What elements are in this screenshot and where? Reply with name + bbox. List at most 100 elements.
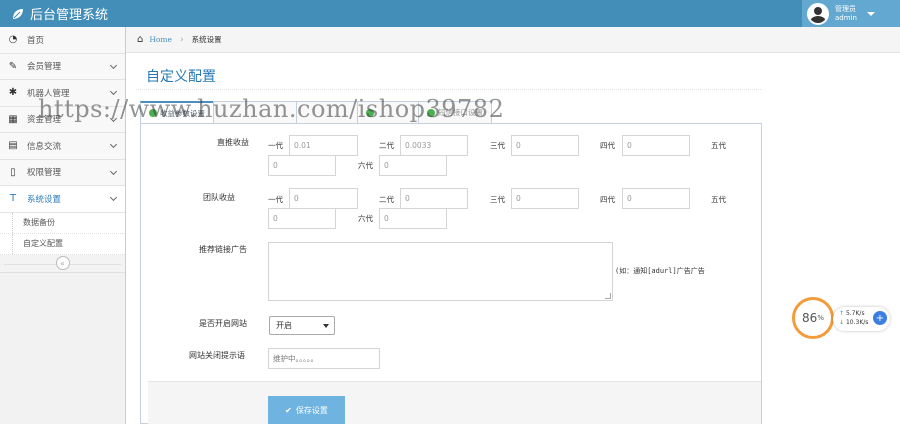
sidebar-subitem-custom-config[interactable]: 自定义配置 xyxy=(0,233,125,255)
team-gen1-input[interactable]: 0 xyxy=(289,188,358,209)
close-msg-input[interactable] xyxy=(268,348,380,369)
ad-hint: (如：通知[adurl]广告广告 xyxy=(615,267,705,275)
collapse-icon[interactable]: « xyxy=(55,256,70,270)
tab-4[interactable] xyxy=(357,101,419,123)
chevron-down-icon xyxy=(109,140,118,149)
sidebar-item-label: 信息交流 xyxy=(27,141,62,152)
plus-icon[interactable]: + xyxy=(873,311,887,325)
gen-label: 二代 xyxy=(379,141,394,150)
gen-label: 一代 xyxy=(268,195,283,204)
calendar-icon: ▦ xyxy=(8,113,18,125)
chevron-down-icon xyxy=(109,193,118,202)
text-icon: T xyxy=(9,193,17,205)
team-gen3-input[interactable]: 0 xyxy=(511,188,579,209)
site-open-label: 是否开启网站 xyxy=(199,319,247,328)
app-title: 后台管理系统 xyxy=(30,8,109,23)
ad-label: 推荐链接广告 xyxy=(199,245,247,254)
breadcrumb: ⌂ Home › 系统设置 xyxy=(126,27,900,53)
sidebar-item-settings[interactable]: T 系统设置 xyxy=(0,186,125,213)
sidebar-subitem-backup[interactable]: 数据备份 xyxy=(0,212,125,234)
sidebar-item-robots[interactable]: ✱ 机器人管理 xyxy=(0,80,125,107)
user-menu[interactable]: 管理员 admin xyxy=(802,0,900,27)
direct-gen2-input[interactable]: 0.0033 xyxy=(400,135,468,156)
team-gen5-input[interactable]: 0 xyxy=(268,208,336,229)
tab-bar: 收益参数设置 短信接口设置 xyxy=(140,101,492,123)
brand[interactable]: 后台管理系统 xyxy=(12,4,108,23)
direct-income-label: 直推收益 xyxy=(217,138,249,147)
sidebar-item-label: 资金管理 xyxy=(27,115,62,126)
direct-gen3-input[interactable]: 0 xyxy=(511,135,579,156)
sidebar-item-label: 系统设置 xyxy=(27,194,62,205)
tab-income-params[interactable]: 收益参数设置 xyxy=(140,101,214,123)
sidebar-item-label: 首页 xyxy=(27,35,45,46)
tab-label: 收益参数设置 xyxy=(160,108,205,118)
gen-label: 四代 xyxy=(600,141,615,150)
site-open-select[interactable]: 开启 xyxy=(269,316,335,335)
network-speed-widget[interactable]: 86% ↑ 5.7K/s ↓ 10.3K/s + xyxy=(792,297,892,342)
chevron-down-icon xyxy=(109,167,118,175)
check-icon: ✔ xyxy=(285,405,292,415)
direct-gen6-input[interactable]: 0 xyxy=(379,155,447,176)
breadcrumb-home-link[interactable]: Home xyxy=(149,35,172,44)
tab-2[interactable] xyxy=(213,101,297,123)
gen-label: 二代 xyxy=(379,195,394,204)
gen-label: 四代 xyxy=(600,195,615,204)
check-icon xyxy=(149,109,157,117)
sidebar-collapse-row: « xyxy=(0,254,125,273)
gen-label: 三代 xyxy=(490,195,505,204)
team-gen2-input[interactable]: 0 xyxy=(400,188,468,209)
gen-label: 一代 xyxy=(268,141,283,150)
check-icon xyxy=(427,108,435,117)
team-gen4-input[interactable]: 0 xyxy=(622,188,690,209)
sidebar-item-members[interactable]: ✎ 会员管理 xyxy=(0,53,125,80)
sidebar-item-funds[interactable]: ▦ 资金管理 xyxy=(0,106,125,133)
sidebar: ◔ 首页 ✎ 会员管理 ✱ 机器人管理 ▦ 资金管理 ▤ 信息交流 ▯ 权限管理… xyxy=(0,27,126,424)
gen-label: 五代 xyxy=(711,141,726,150)
edit-icon: ✎ xyxy=(8,60,18,72)
usage-percent: 86 xyxy=(802,311,818,325)
form-actions xyxy=(148,381,761,424)
site-open-value: 开启 xyxy=(276,321,292,330)
divider xyxy=(136,89,761,90)
arrow-up-icon: ↑ xyxy=(839,310,845,317)
upload-rate: ↑ 5.7K/s xyxy=(839,310,865,317)
chevron-down-icon xyxy=(109,87,118,96)
direct-gen1-input[interactable]: 0.01 xyxy=(289,135,358,156)
check-icon xyxy=(366,108,374,117)
chevron-down-icon xyxy=(109,61,118,69)
sidebar-item-label: 机器人管理 xyxy=(27,88,70,99)
caret-down-icon xyxy=(323,324,329,328)
sidebar-item-permissions[interactable]: ▯ 权限管理 xyxy=(0,159,125,186)
save-button[interactable]: ✔ 保存设置 xyxy=(268,396,345,424)
sidebar-item-home[interactable]: ◔ 首页 xyxy=(0,27,125,54)
dashboard-icon: ◔ xyxy=(8,34,18,46)
upload-value: 5.7K/s xyxy=(845,310,865,317)
sidebar-item-label: 会员管理 xyxy=(27,62,62,73)
sidebar-subitem-label: 自定义配置 xyxy=(23,239,63,248)
gen-label: 五代 xyxy=(711,195,726,204)
list-icon: ▤ xyxy=(8,140,18,152)
direct-gen4-input[interactable]: 0 xyxy=(622,135,690,156)
sidebar-item-label: 权限管理 xyxy=(27,168,62,179)
ad-textarea[interactable] xyxy=(268,242,613,301)
chevron-down-icon xyxy=(109,114,118,122)
resize-grip-icon[interactable] xyxy=(605,293,611,299)
sidebar-item-messages[interactable]: ▤ 信息交流 xyxy=(0,133,125,160)
breadcrumb-current: 系统设置 xyxy=(191,35,222,44)
download-value: 10.3K/s xyxy=(845,319,869,326)
file-icon: ▯ xyxy=(10,166,16,178)
tab-3[interactable] xyxy=(296,101,358,123)
close-msg-label: 网站关闭提示语 xyxy=(189,351,245,360)
user-name: admin xyxy=(835,13,857,22)
home-icon: ⌂ xyxy=(137,34,144,45)
usage-unit: % xyxy=(817,314,824,322)
leaf-icon xyxy=(13,8,23,19)
tab-sms-interface[interactable]: 短信接口设置 xyxy=(418,101,492,123)
avatar xyxy=(807,2,829,25)
usage-gauge: 86% xyxy=(792,297,834,339)
team-gen6-input[interactable]: 0 xyxy=(379,208,447,229)
sidebar-subitem-label: 数据备份 xyxy=(23,218,55,227)
chevron-right-icon: › xyxy=(179,34,184,45)
direct-gen5-input[interactable]: 0 xyxy=(268,155,336,176)
page-title: 自定义配置 xyxy=(146,69,216,85)
